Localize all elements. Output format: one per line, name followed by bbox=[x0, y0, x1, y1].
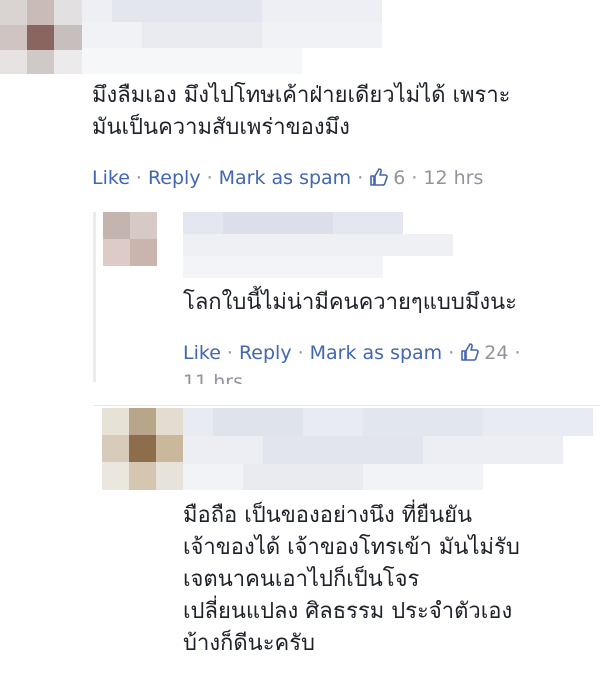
reply-link[interactable]: Reply bbox=[239, 342, 292, 364]
avatar[interactable] bbox=[102, 408, 184, 490]
comment-actions: Like · Reply · Mark as spam · 24 · bbox=[183, 341, 526, 368]
mark-as-spam-link[interactable]: Mark as spam bbox=[219, 167, 352, 189]
commenter-name-blurred[interactable] bbox=[183, 212, 463, 278]
commenter-name-blurred[interactable] bbox=[82, 0, 382, 74]
comment-text: โลกใบนี้ไม่น่ามีคนควายๆแบบมึงนะ bbox=[183, 290, 517, 315]
like-link[interactable]: Like bbox=[183, 342, 221, 364]
avatar[interactable] bbox=[103, 212, 157, 266]
timestamp-cutoff: 11 hrs bbox=[183, 370, 303, 384]
timestamp[interactable]: 11 hrs bbox=[183, 371, 243, 384]
reply-link[interactable]: Reply bbox=[148, 167, 201, 189]
comment-text: มึงลืมเอง มึงไปโทษเค้าฝ่ายเดียวไม่ได้ เพ… bbox=[92, 83, 511, 140]
comment-text: มือถือ เป็นของอย่างนึง ที่ยืนยัน เจ้าของ… bbox=[183, 503, 520, 656]
avatar[interactable] bbox=[0, 0, 82, 74]
thumbs-up-icon[interactable] bbox=[460, 342, 480, 368]
thumbs-up-icon[interactable] bbox=[369, 167, 389, 193]
mark-as-spam-link[interactable]: Mark as spam bbox=[310, 342, 443, 364]
comment-actions: Like · Reply · Mark as spam · 6 · 12 hrs bbox=[92, 166, 483, 193]
like-link[interactable]: Like bbox=[92, 167, 130, 189]
like-count: 24 bbox=[484, 342, 509, 364]
reply-thread-line bbox=[93, 212, 96, 382]
timestamp[interactable]: 12 hrs bbox=[423, 167, 483, 189]
commenter-name-blurred[interactable] bbox=[183, 408, 593, 490]
like-count: 6 bbox=[393, 167, 406, 189]
